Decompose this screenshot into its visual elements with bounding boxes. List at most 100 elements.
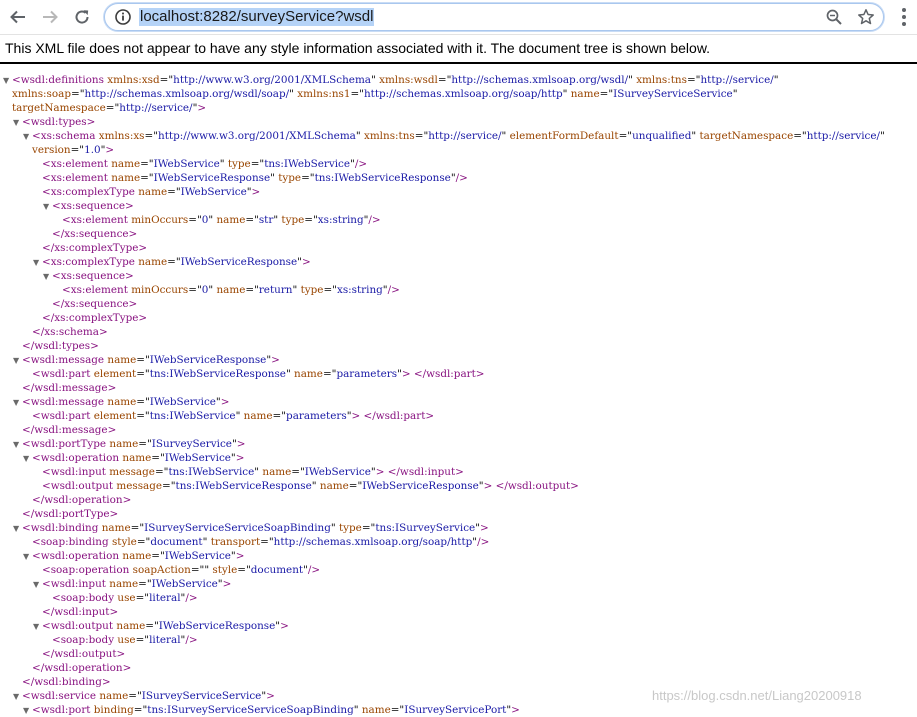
- collapse-toggle-icon[interactable]: ▼: [13, 521, 22, 535]
- xml-text: =": [151, 452, 165, 464]
- collapse-toggle-icon[interactable]: ▼: [33, 577, 42, 591]
- watermark: https://blog.csdn.net/Liang20200918: [652, 688, 862, 703]
- xml-text: =": [260, 536, 274, 548]
- collapse-toggle-icon[interactable]: ▼: [13, 437, 22, 451]
- address-text[interactable]: localhost:8282/surveyService?wsdl: [139, 8, 375, 26]
- xml-text: =": [138, 438, 152, 450]
- xml-line: ▼ <wsdl:portType name="ISurveyService">: [0, 437, 917, 451]
- xml-attr-name: binding: [93, 704, 134, 716]
- xml-tag: <soap:operation: [42, 564, 130, 576]
- star-icon[interactable]: [857, 8, 875, 26]
- info-icon[interactable]: [114, 8, 132, 26]
- xml-tag: >: [197, 102, 207, 114]
- xml-attr-name: minOccurs: [131, 284, 189, 296]
- xml-tag: </wsdl:message>: [22, 424, 117, 436]
- xml-tag: </wsdl:types>: [22, 340, 99, 352]
- collapse-toggle-icon[interactable]: ▼: [23, 703, 32, 717]
- xml-attr-name: message: [116, 480, 163, 492]
- xml-attr-value: literal: [149, 592, 181, 604]
- xml-tag: <xs:schema: [32, 130, 96, 142]
- xml-tag: >: [401, 368, 411, 380]
- xml-line: </wsdl:portType>: [0, 507, 917, 521]
- reload-button[interactable]: [70, 5, 94, 29]
- xml-line-content: <wsdl:part element="tns:IWebServiceRespo…: [32, 367, 485, 381]
- xml-line-content: </wsdl:portType>: [22, 507, 118, 521]
- collapse-toggle-icon[interactable]: ▼: [13, 115, 22, 129]
- xml-document-tree: ▼ <wsdl:definitions xmlns:xsd="http://www…: [0, 73, 917, 717]
- xml-attr-name: name: [109, 578, 139, 590]
- xml-attr-value: http://www.w3.org/2001/XMLSchema: [173, 74, 371, 86]
- xml-attr-name: soapAction: [132, 564, 191, 576]
- xml-line: </xs:sequence>: [0, 227, 917, 241]
- xml-text: =": [162, 480, 176, 492]
- xml-attr-name: use: [117, 592, 136, 604]
- xml-text: =": [237, 564, 251, 576]
- xml-tag: <wsdl:input: [42, 578, 106, 590]
- reload-icon: [75, 10, 89, 24]
- xml-line-content: <wsdl:output name="IWebServiceResponse">: [42, 619, 289, 633]
- xml-line-content: </wsdl:operation>: [32, 661, 131, 675]
- collapse-toggle-icon[interactable]: ▼: [13, 353, 22, 367]
- back-button[interactable]: [6, 5, 30, 29]
- xml-tag: <xs:complexType: [42, 256, 135, 268]
- xml-line-content: <xs:sequence>: [52, 269, 134, 283]
- xml-attr-value: IWebService: [304, 466, 371, 478]
- collapse-toggle-icon[interactable]: ▼: [13, 395, 22, 409]
- xml-line-content: targetNamespace="http://service/">: [12, 101, 206, 115]
- xml-text: =": [618, 130, 633, 142]
- collapse-toggle-icon[interactable]: ▼: [43, 199, 52, 213]
- xml-tag: />: [185, 592, 198, 604]
- xml-attr-value: http://service/: [700, 74, 774, 86]
- xml-attr-name: name: [570, 88, 600, 100]
- xml-tag: </wsdl:binding>: [22, 676, 111, 688]
- xml-line-content: <wsdl:input name="IWebService">: [42, 577, 231, 591]
- xml-line: ▼ <wsdl:definitions xmlns:xsd="http://www…: [0, 73, 917, 87]
- collapse-toggle-icon[interactable]: ▼: [23, 549, 32, 563]
- xml-text: ": [880, 130, 885, 142]
- notice-divider: [0, 62, 917, 64]
- xml-tag: >: [105, 144, 115, 156]
- collapse-toggle-icon[interactable]: ▼: [43, 269, 52, 283]
- xml-text: =": [272, 410, 287, 422]
- xml-line-content: <wsdl:output message="tns:IWebServiceRes…: [42, 479, 579, 493]
- collapse-toggle-icon[interactable]: ▼: [33, 255, 42, 269]
- xml-tag: />: [368, 214, 381, 226]
- xml-attr-name: xmlns:xs: [98, 130, 145, 142]
- xml-line-content: </wsdl:binding>: [22, 675, 111, 689]
- xml-text: =": [167, 186, 181, 198]
- xml-tag: <xs:element: [62, 214, 128, 226]
- xml-attr-name: element: [93, 410, 137, 422]
- collapse-toggle-icon[interactable]: ▼: [23, 451, 32, 465]
- xml-attr-name: name: [361, 704, 391, 716]
- xml-text: ": [501, 130, 510, 142]
- xml-line: ▼ <wsdl:binding name="ISurveyServiceServi…: [0, 521, 917, 535]
- address-bar[interactable]: localhost:8282/surveyService?wsdl: [104, 3, 884, 31]
- xml-line: <xs:element minOccurs="0" name="str" typ…: [0, 213, 917, 227]
- xml-tag: >: [483, 480, 493, 492]
- xml-attr-value: tns:ISurveyServiceServiceSoapBinding: [147, 704, 354, 716]
- xml-attr-value: xs:string: [336, 284, 383, 296]
- xml-line-content: <xs:schema xmlns:xs="http://www.w3.org/2…: [32, 129, 885, 143]
- collapse-toggle-icon[interactable]: ▼: [33, 619, 42, 633]
- xml-attr-value: unqualified: [632, 130, 692, 142]
- xml-attr-name: targetNamespace: [12, 102, 106, 114]
- xml-attr-name: type: [338, 522, 362, 534]
- xml-line-content: </xs:sequence>: [52, 227, 137, 241]
- xml-attr-value: parameters: [336, 368, 398, 380]
- forward-button[interactable]: [38, 5, 62, 29]
- xml-line-content: </xs:complexType>: [42, 241, 147, 255]
- forward-arrow-icon: [43, 10, 58, 24]
- xml-attr-value: IWebService: [153, 158, 220, 170]
- xml-text: =": [350, 88, 364, 100]
- collapse-toggle-icon[interactable]: ▼: [23, 129, 32, 143]
- xml-text: =": [361, 522, 376, 534]
- collapse-toggle-icon[interactable]: ▼: [13, 689, 22, 703]
- xml-tag: </wsdl:message>: [22, 382, 117, 394]
- xml-attr-name: name: [216, 214, 246, 226]
- xml-attr-name: name: [294, 368, 323, 380]
- xml-text: =": [188, 284, 202, 296]
- zoom-icon[interactable]: [825, 8, 843, 26]
- collapse-toggle-icon[interactable]: ▼: [3, 73, 12, 87]
- browser-menu-button[interactable]: [894, 6, 914, 28]
- xml-text: ": [355, 130, 364, 142]
